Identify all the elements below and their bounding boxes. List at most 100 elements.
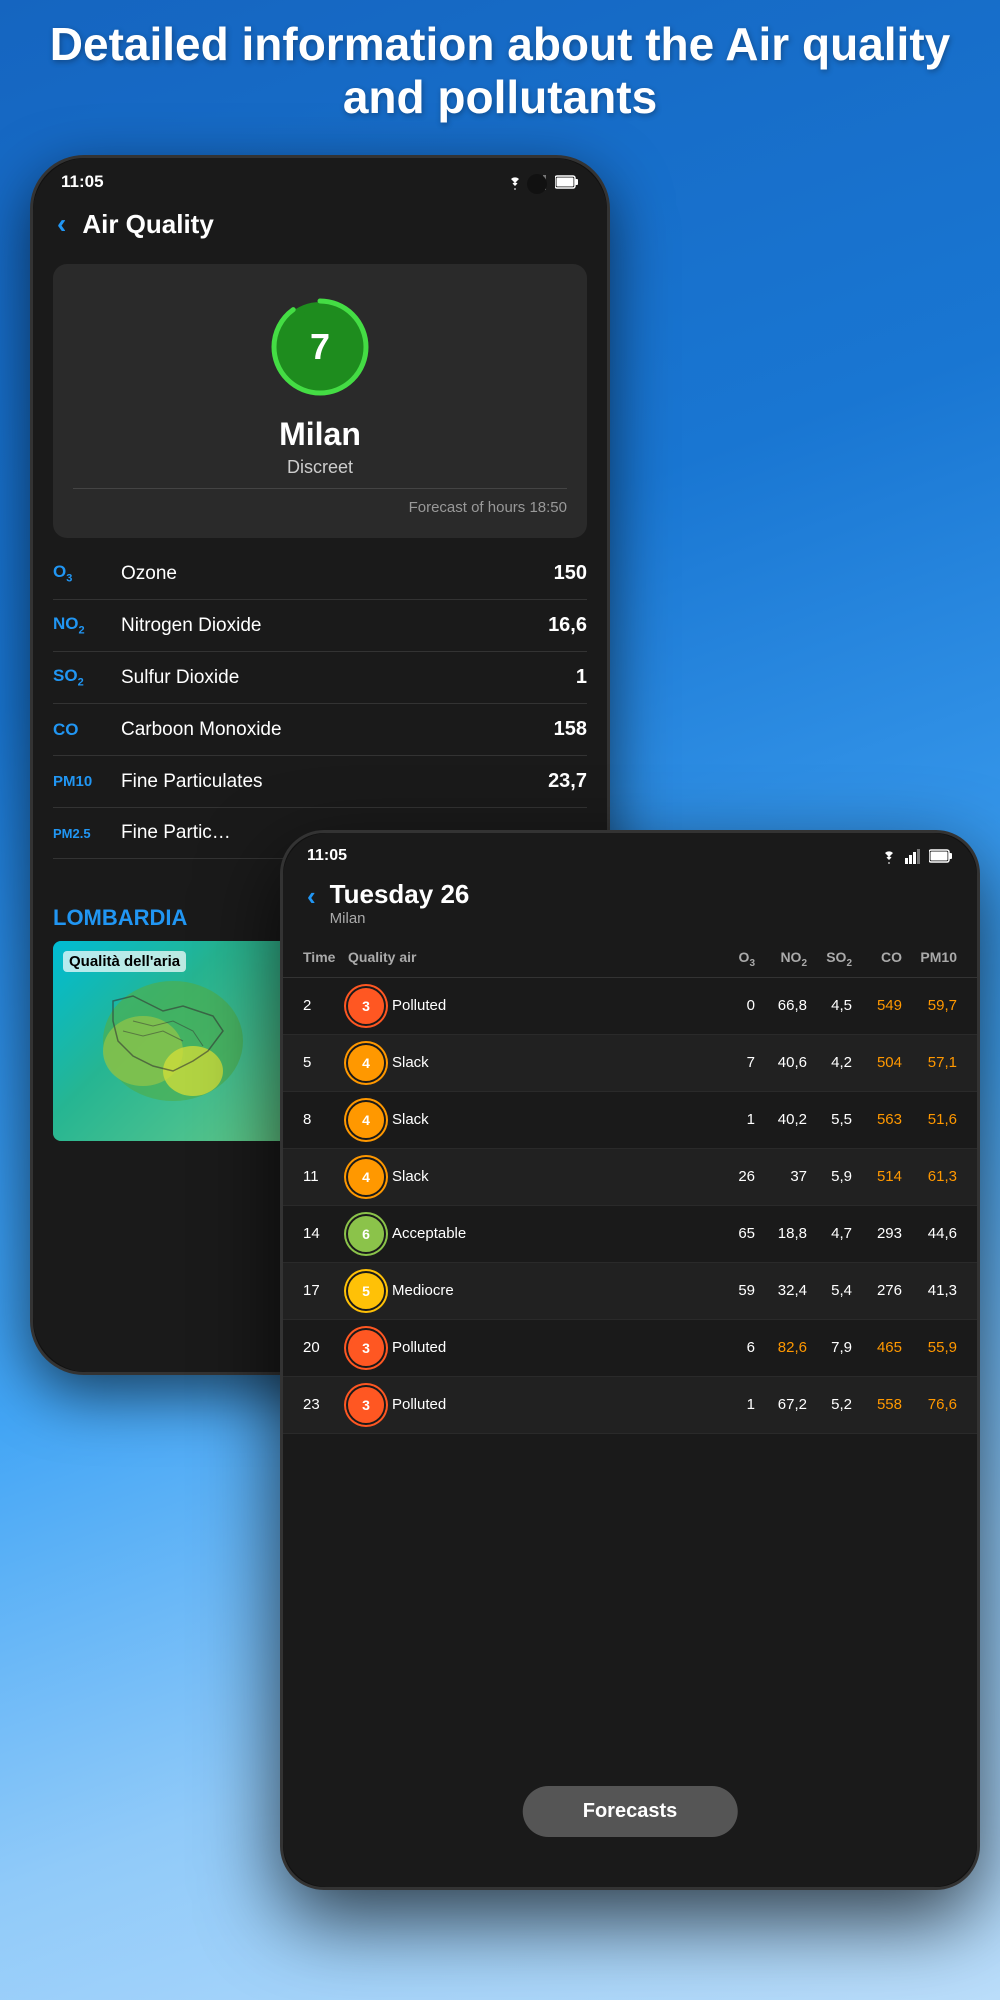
city-name: Milan <box>73 416 567 453</box>
map-image: Qualità dell'aria <box>53 941 293 1141</box>
aqi-circle: 7 <box>265 292 375 402</box>
formula-co: CO <box>53 720 79 740</box>
td-quality-text: Polluted <box>392 1339 446 1356</box>
td-so2: 4,7 <box>807 1225 852 1242</box>
td-no2: 32,4 <box>755 1282 807 1299</box>
aqi-badge-5: 4 <box>348 1045 384 1081</box>
td-pm10: 57,1 <box>902 1054 957 1071</box>
table-row: 23 3 Polluted 1 67,2 5,2 558 76,6 <box>283 1377 977 1434</box>
formula-no2: NO2 <box>53 614 85 636</box>
td-pm10: 41,3 <box>902 1282 957 1299</box>
td-co: 549 <box>852 997 902 1014</box>
formula-o3: O3 <box>53 562 72 584</box>
td-pm10: 59,7 <box>902 997 957 1014</box>
td-pm10: 51,6 <box>902 1111 957 1128</box>
wifi-icon <box>505 174 525 190</box>
td-so2: 4,5 <box>807 997 852 1014</box>
phone2-nav-subtitle: Milan <box>330 910 470 927</box>
pollutants-list: O3 Ozone 150 NO2 Nitrogen Dioxide 16,6 S… <box>53 548 587 859</box>
aqi-badge-23: 3 <box>348 1387 384 1423</box>
td-quality-text: Acceptable <box>392 1225 466 1242</box>
pollutant-name-co: Carboon Monoxide <box>113 719 554 741</box>
city-status: Discreet <box>73 457 567 478</box>
td-o3: 6 <box>710 1339 755 1356</box>
aqi-value: 7 <box>310 326 330 368</box>
pollutant-name-pm10: Fine Particulates <box>113 771 548 793</box>
aqi-badge-8: 4 <box>348 1102 384 1138</box>
td-no2: 82,6 <box>755 1339 807 1356</box>
td-co: 293 <box>852 1225 902 1242</box>
table-header: Time Quality air O3 NO2 SO2 CO PM10 <box>283 941 977 978</box>
td-so2: 5,9 <box>807 1168 852 1185</box>
td-co: 563 <box>852 1111 902 1128</box>
page-header: Detailed information about the Air quali… <box>0 18 1000 124</box>
map-label: Qualità dell'aria <box>63 951 186 972</box>
aqi-badge-2: 3 <box>348 988 384 1024</box>
td-quality: 5 Mediocre <box>348 1273 710 1309</box>
phone2-status-icons <box>879 848 953 864</box>
td-time: 2 <box>303 997 348 1014</box>
td-co: 504 <box>852 1054 902 1071</box>
td-so2: 5,2 <box>807 1396 852 1413</box>
phone2-wifi-icon <box>879 848 899 864</box>
td-co: 514 <box>852 1168 902 1185</box>
th-so2: SO2 <box>807 949 852 969</box>
td-quality: 3 Polluted <box>348 1387 710 1423</box>
pollutant-row-pm10: PM10 Fine Particulates 23,7 <box>53 756 587 808</box>
td-time: 8 <box>303 1111 348 1128</box>
td-so2: 5,4 <box>807 1282 852 1299</box>
pollutant-label-co: CO <box>53 720 113 740</box>
th-quality: Quality air <box>348 949 710 969</box>
phone2-status-bar: 11:05 <box>283 833 977 871</box>
table-row: 11 4 Slack 26 37 5,9 514 61,3 <box>283 1149 977 1206</box>
aqi-badge-20: 3 <box>348 1330 384 1366</box>
pollutant-label-pm25: PM2.5 <box>53 826 113 841</box>
pollutant-label-pm10: PM10 <box>53 773 113 790</box>
pollutant-name-no2: Nitrogen Dioxide <box>113 615 548 637</box>
phone2-device: 11:05 <box>280 830 980 1890</box>
forecasts-button[interactable]: Forecasts <box>523 1786 738 1837</box>
formula-pm25: PM2.5 <box>53 826 91 841</box>
td-time: 14 <box>303 1225 348 1242</box>
camera-cutout <box>527 174 547 194</box>
phone1-time: 11:05 <box>61 172 104 192</box>
td-no2: 67,2 <box>755 1396 807 1413</box>
pollutant-value-no2: 16,6 <box>548 614 587 637</box>
td-quality-text: Slack <box>392 1054 429 1071</box>
td-quality-text: Polluted <box>392 997 446 1014</box>
phone2-back-button[interactable]: ‹ <box>307 881 316 912</box>
td-quality: 4 Slack <box>348 1102 710 1138</box>
pollutant-value-pm10: 23,7 <box>548 770 587 793</box>
table-row: 8 4 Slack 1 40,2 5,5 563 51,6 <box>283 1092 977 1149</box>
pollutant-value-o3: 150 <box>554 562 587 585</box>
td-o3: 7 <box>710 1054 755 1071</box>
phone1-back-button[interactable]: ‹ <box>57 208 66 240</box>
forecast-time: Forecast of hours 18:50 <box>73 499 567 516</box>
pollutant-name-so2: Sulfur Dioxide <box>113 667 576 689</box>
phone2-screen: 11:05 <box>283 833 977 1887</box>
th-o3: O3 <box>710 949 755 969</box>
aqi-badge-14: 6 <box>348 1216 384 1252</box>
td-quality: 6 Acceptable <box>348 1216 710 1252</box>
phone1-status-bar: 11:05 <box>33 158 607 198</box>
table-row: 17 5 Mediocre 59 32,4 5,4 276 41,3 <box>283 1263 977 1320</box>
td-o3: 1 <box>710 1396 755 1413</box>
td-quality: 3 Polluted <box>348 988 710 1024</box>
td-no2: 37 <box>755 1168 807 1185</box>
td-so2: 7,9 <box>807 1339 852 1356</box>
pollutant-row-no2: NO2 Nitrogen Dioxide 16,6 <box>53 600 587 652</box>
td-no2: 66,8 <box>755 997 807 1014</box>
phone2-battery-icon <box>929 849 953 863</box>
formula-pm10: PM10 <box>53 773 92 790</box>
formula-so2: SO2 <box>53 666 84 688</box>
phone2-nav-title-block: Tuesday 26 Milan <box>330 879 470 927</box>
table-row: 20 3 Polluted 6 82,6 7,9 465 55,9 <box>283 1320 977 1377</box>
td-no2: 18,8 <box>755 1225 807 1242</box>
forecast-table-body: 2 3 Polluted 0 66,8 4,5 549 59,7 5 4 Sla… <box>283 978 977 1434</box>
th-time: Time <box>303 949 348 969</box>
td-time: 17 <box>303 1282 348 1299</box>
td-o3: 26 <box>710 1168 755 1185</box>
td-time: 20 <box>303 1339 348 1356</box>
td-so2: 5,5 <box>807 1111 852 1128</box>
td-o3: 1 <box>710 1111 755 1128</box>
